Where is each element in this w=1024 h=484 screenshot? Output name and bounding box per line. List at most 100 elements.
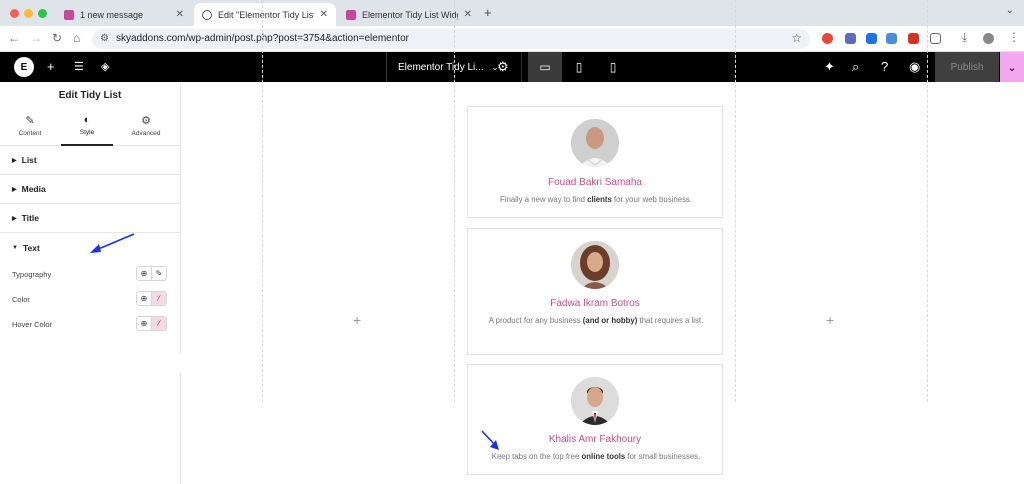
caret-right-icon: ▶ <box>12 186 17 193</box>
column-divider <box>927 0 928 402</box>
hover-color-control: Hover Color ⊕ ⁄ <box>0 312 180 337</box>
browser-tab-messages[interactable]: 1 new message ✕ <box>56 3 192 26</box>
section-list[interactable]: ▶ List <box>0 146 180 175</box>
edit-pencil-icon[interactable]: ✎ <box>151 267 166 280</box>
tab-label: Advanced <box>131 130 161 137</box>
browser-menu-icon[interactable]: ⋮ <box>1008 30 1020 44</box>
editor-panel: Edit Tidy List ✎ Content ◐ Style ⚙ Advan… <box>0 82 181 484</box>
help-icon[interactable]: ? <box>881 59 888 74</box>
section-label: Media <box>21 184 46 194</box>
mail-favicon-icon <box>64 9 74 20</box>
avatar <box>571 241 619 289</box>
site-info-icon[interactable]: ⚙ <box>100 33 109 44</box>
download-icon[interactable]: ⤓ <box>962 30 967 45</box>
panel-tabs: ✎ Content ◐ Style ⚙ Advanced <box>0 110 180 146</box>
close-tab-icon[interactable]: ✕ <box>176 9 184 20</box>
tab-search-chevron-icon[interactable]: ⌄ <box>1006 5 1014 16</box>
color-control: Color ⊕ ⁄ <box>0 287 180 312</box>
section-label: List <box>21 155 37 165</box>
column-divider <box>262 0 263 402</box>
document-title: Elementor Tidy Li... <box>398 61 484 73</box>
publish-button[interactable]: Publish <box>935 52 999 82</box>
forward-arrow-icon[interactable]: → <box>30 31 42 45</box>
list-item-text: A product for any business (and or hobby… <box>488 316 704 325</box>
bookmark-star-icon[interactable]: ☆ <box>791 31 802 45</box>
translate-extension-icon[interactable] <box>866 33 877 44</box>
page-settings-gear-icon[interactable]: ⚙ <box>497 59 509 75</box>
column-divider <box>735 0 736 402</box>
reload-icon[interactable]: ↻ <box>52 31 62 45</box>
annotation-arrow <box>90 233 135 253</box>
color-swatch-empty-icon[interactable]: ⁄ <box>151 292 166 305</box>
close-tab-icon[interactable]: ✕ <box>464 9 472 20</box>
control-label: Typography <box>12 270 52 279</box>
tablet-view-icon[interactable]: ▯ <box>562 52 596 82</box>
new-tab-button[interactable]: + <box>484 5 492 20</box>
global-globe-icon[interactable]: ⊕ <box>137 267 151 280</box>
tidy-list-item[interactable]: Fouad Bakri Samaha Finally a new way to … <box>467 106 723 218</box>
browser-tab-editor[interactable]: Edit "Elementor Tidy List Wid ✕ <box>194 3 336 26</box>
elementor-favicon-icon <box>346 9 356 20</box>
elementor-top-bar: E + ☰ ◈ Elementor Tidy Li... ⌄ ⚙ ▭ ▯ ▯ ✦… <box>0 52 1024 82</box>
profile-avatar-icon[interactable] <box>983 33 994 44</box>
list-item-title: Khalis Amr Fakhoury <box>548 434 642 445</box>
puzzle-extensions-icon[interactable] <box>930 33 941 44</box>
finder-search-icon[interactable]: ⌕ <box>852 59 859 75</box>
add-element-icon[interactable]: + <box>47 59 55 74</box>
list-item-title: Fouad Bakri Samaha <box>548 177 642 188</box>
tab-title: Elementor Tidy List Widget - <box>362 9 458 20</box>
home-icon[interactable]: ⌂ <box>73 31 80 45</box>
close-window-button[interactable] <box>10 9 19 18</box>
address-bar[interactable]: ⚙ skyaddons.com/wp-admin/post.php?post=3… <box>92 29 810 49</box>
control-label: Color <box>12 295 30 304</box>
color-picker-extension-icon[interactable] <box>822 33 833 44</box>
desktop-view-icon[interactable]: ▭ <box>528 52 562 82</box>
site-settings-sliders-icon[interactable]: ☰ <box>74 60 84 73</box>
gear-icon: ⚙ <box>141 115 151 127</box>
section-label: Text <box>22 242 40 253</box>
tab-content[interactable]: ✎ Content <box>4 110 56 146</box>
contrast-icon: ◐ <box>83 114 91 126</box>
browser-toolbar: ← → ↻ ⌂ ⚙ skyaddons.com/wp-admin/post.ph… <box>0 26 1024 52</box>
add-widget-plus-icon[interactable]: + <box>353 312 361 328</box>
color-swatch-empty-icon[interactable]: ⁄ <box>151 317 166 330</box>
caret-right-icon: ▶ <box>12 157 17 164</box>
add-widget-plus-icon[interactable]: + <box>826 312 834 328</box>
notifications-megaphone-icon[interactable]: ✦ <box>824 59 835 75</box>
tidy-list-item[interactable]: Fadwa Ikram Botros A product for any bus… <box>467 228 723 355</box>
list-item-text: Keep tabs on the top free online tools f… <box>491 452 701 461</box>
tab-style[interactable]: ◐ Style <box>61 110 113 146</box>
tab-label: Style <box>79 129 95 136</box>
publish-options-chevron-icon[interactable]: ⌄ <box>1000 52 1024 82</box>
structure-layers-icon[interactable]: ◈ <box>101 60 109 73</box>
font-extension-icon[interactable] <box>908 33 919 44</box>
tab-label: Content <box>18 130 42 137</box>
close-tab-icon[interactable]: ✕ <box>320 9 328 20</box>
preview-eye-icon[interactable]: ◉ <box>909 59 920 75</box>
caret-right-icon: ▶ <box>12 215 17 222</box>
globe-favicon-icon <box>202 9 212 20</box>
avatar <box>571 377 619 425</box>
control-label: Hover Color <box>12 320 53 329</box>
column-divider <box>454 0 455 402</box>
extension-icon[interactable] <box>886 33 897 44</box>
elementor-logo-icon[interactable]: E <box>14 57 34 77</box>
annotation-arrow <box>481 430 499 450</box>
tidy-list-item[interactable]: Khalis Amr Fakhoury Keep tabs on the top… <box>467 364 723 475</box>
list-item-title: Fadwa Ikram Botros <box>550 298 640 309</box>
tab-title: Edit "Elementor Tidy List Wid <box>218 9 314 20</box>
zoom-window-button[interactable] <box>38 9 47 18</box>
minimize-window-button[interactable] <box>24 9 33 18</box>
global-globe-icon[interactable]: ⊕ <box>137 292 151 305</box>
back-arrow-icon[interactable]: ← <box>8 31 20 45</box>
mobile-view-icon[interactable]: ▯ <box>596 52 630 82</box>
global-globe-icon[interactable]: ⊕ <box>137 317 151 330</box>
panel-title: Edit Tidy List <box>58 90 122 101</box>
tab-advanced[interactable]: ⚙ Advanced <box>120 110 172 146</box>
pencil-icon: ✎ <box>25 115 35 127</box>
section-label: Title <box>21 213 39 223</box>
section-media[interactable]: ▶ Media <box>0 175 180 204</box>
shield-extension-icon[interactable] <box>845 33 856 44</box>
tab-title: 1 new message <box>80 9 144 20</box>
browser-tab-widget[interactable]: Elementor Tidy List Widget - ✕ <box>338 3 480 26</box>
